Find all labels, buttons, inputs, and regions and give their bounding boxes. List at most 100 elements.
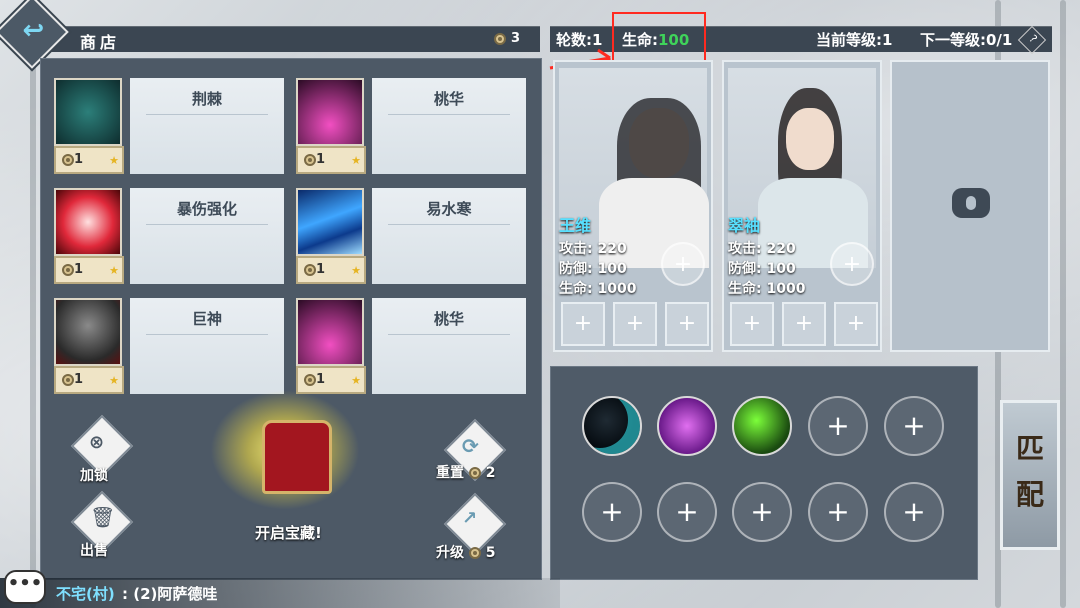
- item-name-box: 荆棘: [130, 78, 284, 174]
- coin-icon: [304, 373, 316, 386]
- empty-skill-slot[interactable]: +: [884, 482, 944, 542]
- add-equipment-slot[interactable]: +: [661, 242, 705, 286]
- add-item-slot[interactable]: +: [730, 302, 774, 346]
- hero-attack: 攻击: 220: [728, 241, 796, 257]
- item-name-box: 巨神: [130, 298, 284, 394]
- item-name-box: 易水寒: [372, 188, 526, 284]
- upgrade-label-row: 升级 5: [436, 542, 496, 562]
- reset-label-row: 重置 2: [436, 462, 496, 482]
- chat-speaker: 不宅(村): [56, 585, 115, 603]
- item-name-box: 桃华: [372, 78, 526, 174]
- shop-item-card[interactable]: 1 ★ 易水寒: [282, 168, 526, 284]
- green-skill-icon[interactable]: [732, 396, 792, 456]
- treasure-label: 开启宝藏!: [255, 524, 322, 542]
- shop-item-card[interactable]: 1 ★ 桃华: [282, 58, 526, 174]
- item-name-box: 暴伤强化: [130, 188, 284, 284]
- divider: [146, 334, 268, 335]
- thorn-skill-icon[interactable]: [582, 396, 642, 456]
- peach-blossom-skill-icon[interactable]: [657, 396, 717, 456]
- match-button[interactable]: 匹 配: [1000, 400, 1060, 550]
- empty-skill-slot[interactable]: +: [582, 482, 642, 542]
- hero-hp: 生命: 1000: [728, 281, 806, 297]
- next-level-label: 下一等级:0/1: [920, 31, 1013, 49]
- peach-blossom-icon: [296, 298, 364, 366]
- lock-icon: [952, 188, 990, 218]
- shop-currency: 3: [494, 31, 520, 46]
- item-name: 桃华: [433, 310, 464, 328]
- lock-icon: ⊗: [89, 432, 105, 453]
- trash-icon: 🗑: [90, 505, 116, 529]
- coin-icon: [494, 32, 507, 45]
- empty-skill-slot[interactable]: +: [732, 482, 792, 542]
- add-item-slot[interactable]: +: [613, 302, 657, 346]
- upgrade-cost: 5: [485, 545, 496, 561]
- shop-title: 商店: [80, 33, 121, 52]
- shop-item-card[interactable]: 1 ★ 巨神: [40, 278, 284, 394]
- item-name: 桃华: [433, 90, 464, 108]
- sell-label: 出售: [80, 543, 108, 559]
- coin-icon: [468, 547, 481, 559]
- upgrade-label: 升级: [436, 545, 464, 561]
- empty-skill-slot[interactable]: +: [657, 482, 717, 542]
- hero-card[interactable]: 王维 攻击: 220 防御: 100 生命: 1000 + + + +: [553, 60, 713, 352]
- shop-item-card[interactable]: 1 ★ 暴伤强化: [40, 168, 284, 284]
- add-item-slot[interactable]: +: [665, 302, 709, 346]
- divider: [146, 114, 268, 115]
- bamboo-decoration: [30, 0, 36, 608]
- empty-skill-slot[interactable]: +: [808, 482, 868, 542]
- add-equipment-slot[interactable]: +: [830, 242, 874, 286]
- hero-name: 王维: [559, 216, 592, 235]
- refresh-icon: ⟳: [462, 434, 479, 458]
- coin-icon: [62, 263, 74, 276]
- coin-icon: [304, 153, 316, 166]
- crit-boost-icon: [54, 188, 122, 256]
- item-price: 1 ★: [296, 366, 366, 394]
- hero-defense: 防御: 100: [559, 261, 627, 277]
- current-level-label: 当前等级:1: [816, 31, 893, 49]
- shop-header: 商店 3: [20, 26, 540, 52]
- coin-icon: [62, 153, 74, 166]
- hero-defense: 防御: 100: [728, 261, 796, 277]
- star-icon: ★: [109, 374, 119, 387]
- star-icon: ★: [351, 374, 361, 387]
- help-button[interactable]: ?: [1017, 25, 1047, 55]
- match-label-top: 匹: [1015, 432, 1044, 465]
- treasure-chest-icon[interactable]: [262, 420, 332, 494]
- hero-face: [786, 108, 834, 170]
- add-item-slot[interactable]: +: [834, 302, 878, 346]
- divider: [146, 224, 268, 225]
- peach-blossom-icon: [296, 78, 364, 146]
- back-arrow-icon: ↩: [22, 15, 45, 46]
- item-name: 巨神: [191, 310, 222, 328]
- chat-bubble-icon: •••: [7, 573, 43, 594]
- chat-bar[interactable]: 不宅(村) : (2)阿萨德哇: [0, 578, 560, 608]
- chat-button[interactable]: •••: [4, 570, 46, 604]
- add-item-slot[interactable]: +: [782, 302, 826, 346]
- reset-cost: 2: [485, 465, 496, 481]
- thorn-icon: [54, 78, 122, 146]
- upgrade-icon: ↗: [462, 508, 478, 529]
- lock-label: 加锁: [80, 468, 108, 484]
- shop-item-card[interactable]: 1 ★ 桃华: [282, 278, 526, 394]
- hero-card[interactable]: 翠袖 攻击: 220 防御: 100 生命: 1000 + + + +: [722, 60, 882, 352]
- hero-name: 翠袖: [728, 216, 761, 235]
- giant-statue-icon: [54, 298, 122, 366]
- reset-label: 重置: [436, 465, 464, 481]
- shop-item-card[interactable]: 1 ★ 荆棘: [40, 58, 284, 174]
- coin-icon: [304, 263, 316, 276]
- add-item-slot[interactable]: +: [561, 302, 605, 346]
- item-name: 荆棘: [191, 90, 222, 108]
- empty-skill-slot[interactable]: +: [808, 396, 868, 456]
- chat-message: : (2)阿萨德哇: [122, 585, 218, 603]
- item-name: 暴伤强化: [176, 200, 237, 218]
- locked-hero-slot[interactable]: [890, 60, 1050, 352]
- water-icon: [296, 188, 364, 256]
- shop-currency-value: 3: [510, 31, 520, 46]
- coin-icon: [62, 373, 74, 386]
- bamboo-decoration: [1060, 0, 1066, 608]
- empty-skill-slot[interactable]: +: [884, 396, 944, 456]
- item-name: 易水寒: [426, 200, 472, 218]
- hero-attack: 攻击: 220: [559, 241, 627, 257]
- divider: [388, 224, 510, 225]
- coin-icon: [468, 467, 481, 479]
